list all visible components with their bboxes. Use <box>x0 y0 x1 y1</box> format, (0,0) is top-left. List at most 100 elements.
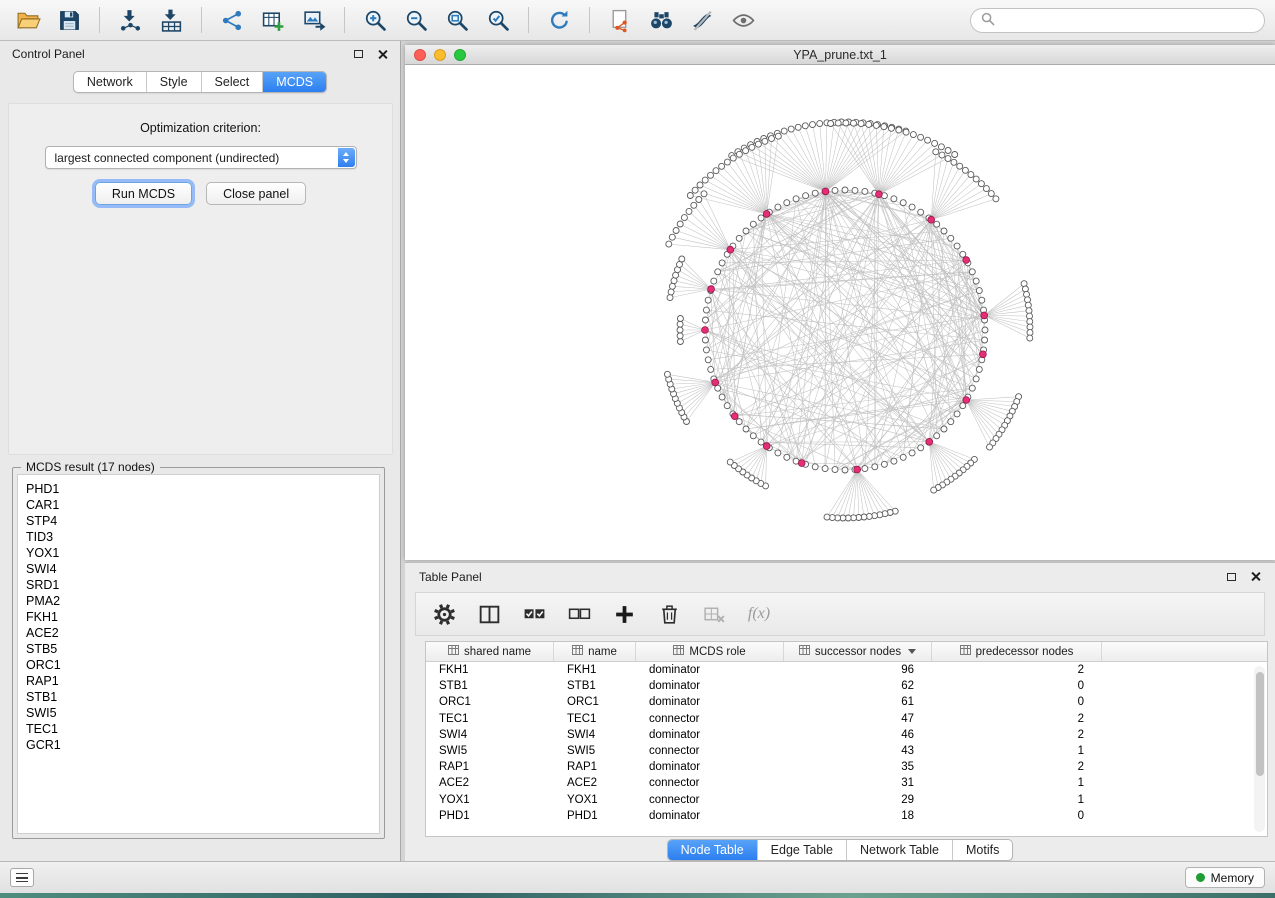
save-session-icon[interactable] <box>51 4 87 36</box>
tab-node-table[interactable]: Node Table <box>668 840 758 860</box>
result-item-car1[interactable]: CAR1 <box>26 497 379 513</box>
minimize-window-button[interactable] <box>434 49 446 61</box>
table-row[interactable]: RAP1 RAP1 dominator 35 2 <box>426 759 1267 775</box>
optimization-criterion-label: Optimization criterion: <box>9 121 392 135</box>
table-row[interactable]: ORC1 ORC1 dominator 61 0 <box>426 694 1267 710</box>
mcds-result-list[interactable]: PHD1CAR1STP4TID3YOX1SWI4SRD1PMA2FKH1ACE2… <box>17 474 380 834</box>
table-row[interactable]: PHD1 PHD1 dominator 18 0 <box>426 808 1267 824</box>
result-item-rap1[interactable]: RAP1 <box>26 673 379 689</box>
delete-table-disabled-icon[interactable] <box>696 598 732 630</box>
search-input[interactable] <box>1001 13 1254 27</box>
result-item-swi4[interactable]: SWI4 <box>26 561 379 577</box>
cell-name: STB1 <box>554 680 636 692</box>
select-all-icon[interactable] <box>516 598 552 630</box>
cell-successor-nodes: 46 <box>784 729 932 741</box>
import-network-file-icon[interactable] <box>112 4 148 36</box>
result-item-stp4[interactable]: STP4 <box>26 513 379 529</box>
column-header-shared-name[interactable]: shared name <box>426 642 554 661</box>
list-icon <box>16 873 28 882</box>
cell-name: ACE2 <box>554 777 636 789</box>
result-item-pma2[interactable]: PMA2 <box>26 593 379 609</box>
result-item-yox1[interactable]: YOX1 <box>26 545 379 561</box>
tab-edge-table[interactable]: Edge Table <box>758 840 847 860</box>
function-builder-icon[interactable]: f(x) <box>741 598 777 630</box>
optimization-criterion-dropdown[interactable]: largest connected component (undirected) <box>45 146 357 169</box>
show-graphics-icon[interactable] <box>725 4 761 36</box>
tab-motifs[interactable]: Motifs <box>953 840 1012 860</box>
table-row[interactable]: ACE2 ACE2 connector 31 1 <box>426 775 1267 791</box>
float-panel-icon[interactable] <box>354 50 363 58</box>
table-toolbar: f(x) <box>415 592 1265 636</box>
tab-network[interactable]: Network <box>74 72 147 92</box>
scrollbar-thumb[interactable] <box>1256 672 1264 776</box>
column-header-mcds-role[interactable]: MCDS role <box>636 642 784 661</box>
zoom-out-icon[interactable] <box>398 4 434 36</box>
new-network-icon[interactable] <box>214 4 250 36</box>
new-table-icon[interactable] <box>255 4 291 36</box>
add-column-icon[interactable] <box>606 598 642 630</box>
tab-network-table[interactable]: Network Table <box>847 840 953 860</box>
import-table-file-icon[interactable] <box>153 4 189 36</box>
unselect-all-icon[interactable] <box>561 598 597 630</box>
table-row[interactable]: FKH1 FKH1 dominator 96 2 <box>426 662 1267 678</box>
result-item-stb5[interactable]: STB5 <box>26 641 379 657</box>
table-row[interactable]: STB1 STB1 dominator 62 0 <box>426 678 1267 694</box>
cell-successor-nodes: 96 <box>784 664 932 676</box>
result-item-ace2[interactable]: ACE2 <box>26 625 379 641</box>
result-item-tec1[interactable]: TEC1 <box>26 721 379 737</box>
column-header-name[interactable]: name <box>554 642 636 661</box>
zoom-fit-icon[interactable] <box>439 4 475 36</box>
memory-button[interactable]: Memory <box>1185 867 1265 888</box>
result-item-tid3[interactable]: TID3 <box>26 529 379 545</box>
zoom-in-icon[interactable] <box>357 4 393 36</box>
run-mcds-button[interactable]: Run MCDS <box>95 182 192 205</box>
float-table-panel-icon[interactable] <box>1227 573 1236 581</box>
network-window: YPA_prune.txt_1 <box>405 45 1275 560</box>
show-columns-icon[interactable] <box>471 598 507 630</box>
result-item-gcr1[interactable]: GCR1 <box>26 737 379 753</box>
cell-successor-nodes: 61 <box>784 696 932 708</box>
delete-column-icon[interactable] <box>651 598 687 630</box>
search-box[interactable] <box>970 8 1265 33</box>
tab-style[interactable]: Style <box>147 72 202 92</box>
memory-label: Memory <box>1211 871 1254 885</box>
panel-list-button[interactable] <box>10 868 34 887</box>
table-row[interactable]: TEC1 TEC1 connector 47 2 <box>426 711 1267 727</box>
column-header-successor-nodes[interactable]: successor nodes <box>784 642 932 661</box>
close-panel-button[interactable]: Close panel <box>206 182 306 205</box>
network-canvas[interactable] <box>405 65 1275 559</box>
open-session-icon[interactable] <box>10 4 46 36</box>
result-item-phd1[interactable]: PHD1 <box>26 481 379 497</box>
close-window-button[interactable] <box>414 49 426 61</box>
cell-name: SWI4 <box>554 729 636 741</box>
tab-mcds[interactable]: MCDS <box>263 72 326 92</box>
table-row[interactable]: SWI4 SWI4 dominator 46 2 <box>426 727 1267 743</box>
zoom-window-button[interactable] <box>454 49 466 61</box>
table-panel: Table Panel f(x) shared namenameMCDS rol… <box>405 562 1275 861</box>
close-table-panel-icon[interactable] <box>1250 571 1261 582</box>
apply-style-icon[interactable] <box>684 4 720 36</box>
search-network-icon[interactable] <box>643 4 679 36</box>
network-window-titlebar[interactable]: YPA_prune.txt_1 <box>405 45 1275 65</box>
close-panel-icon[interactable] <box>377 49 388 60</box>
result-item-orc1[interactable]: ORC1 <box>26 657 379 673</box>
refresh-layout-icon[interactable] <box>541 4 577 36</box>
settings-gear-icon[interactable] <box>426 598 462 630</box>
table-row[interactable]: YOX1 YOX1 connector 29 1 <box>426 792 1267 808</box>
result-item-swi5[interactable]: SWI5 <box>26 705 379 721</box>
status-bar: Memory <box>0 861 1275 893</box>
result-item-srd1[interactable]: SRD1 <box>26 577 379 593</box>
zoom-selected-icon[interactable] <box>480 4 516 36</box>
result-item-fkh1[interactable]: FKH1 <box>26 609 379 625</box>
dropdown-stepper[interactable] <box>338 148 355 167</box>
node-table-header: shared namenameMCDS rolesuccessor nodesp… <box>426 642 1267 662</box>
table-scrollbar[interactable] <box>1254 666 1265 832</box>
cell-predecessor-nodes: 1 <box>932 745 1102 757</box>
tab-select[interactable]: Select <box>202 72 264 92</box>
cell-mcds-role: connector <box>636 745 784 757</box>
duplicate-network-icon[interactable] <box>602 4 638 36</box>
table-row[interactable]: SWI5 SWI5 connector 43 1 <box>426 743 1267 759</box>
column-header-predecessor-nodes[interactable]: predecessor nodes <box>932 642 1102 661</box>
export-image-icon[interactable] <box>296 4 332 36</box>
result-item-stb1[interactable]: STB1 <box>26 689 379 705</box>
